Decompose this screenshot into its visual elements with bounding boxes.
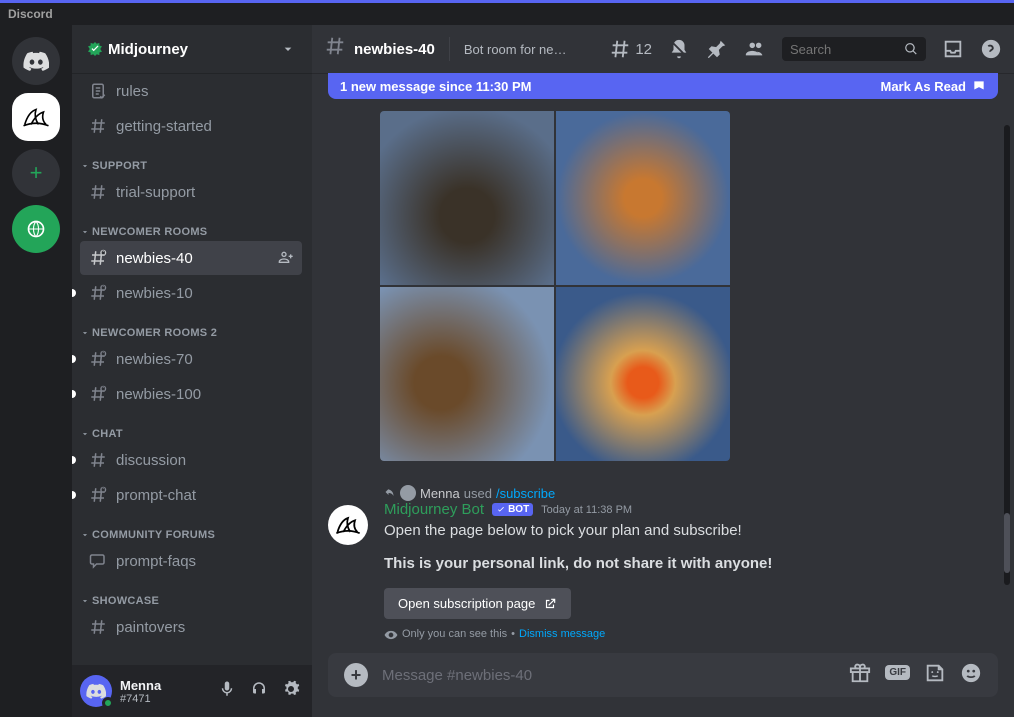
message-text: Open the page below to pick your plan an… [384,520,998,541]
message-area[interactable]: 1 new message since 11:30 PM Mark As Rea… [312,73,1014,653]
sys-avatar-icon [400,485,416,501]
search-input[interactable] [790,42,904,57]
main-content: newbies-40 Bot room for ne… 12 [312,25,1014,717]
mute-button[interactable] [214,676,240,707]
channel-newbies-100[interactable]: newbies-100 [80,377,302,411]
channel-title: newbies-40 [354,41,435,58]
external-link-icon [543,597,557,611]
server-midjourney[interactable] [12,93,60,141]
locked-icon [88,284,108,302]
channel-discussion[interactable]: discussion [80,443,302,477]
system-message: Menna used /subscribe [328,485,998,501]
deafen-button[interactable] [246,676,272,707]
bot-avatar[interactable] [328,505,368,545]
new-messages-text: 1 new message since 11:30 PM [340,79,532,94]
threads-button[interactable]: 12 [609,38,652,60]
channel-prompt-chat[interactable]: prompt-chat [80,478,302,512]
category-header[interactable]: NEWCOMER ROOMS 2 [72,311,310,341]
channel-newbies-40[interactable]: newbies-40 [80,241,302,275]
channel-sidebar: Midjourney rulesgetting-startedSUPPORTtr… [72,25,312,717]
channel-newbies-70[interactable]: newbies-70 [80,342,302,376]
attach-button[interactable]: + [344,663,368,687]
channel-newbies-10[interactable]: newbies-10 [80,276,302,310]
ephemeral-notice: Only you can see this • Dismiss message [384,627,998,642]
command-link[interactable]: /subscribe [496,486,555,501]
text-icon [88,183,108,201]
mark-as-read-button[interactable]: Mark As Read [881,79,987,94]
eye-icon [384,628,398,642]
locked-icon [88,486,108,504]
message-input[interactable] [382,667,835,684]
image-attachment[interactable] [380,111,730,461]
pins-button[interactable] [706,38,728,60]
user-panel: Menna #7471 [72,665,312,717]
server-rail: + [0,25,72,717]
username: Menna [120,678,206,693]
reply-icon [384,487,396,499]
channel-prompt-faqs[interactable]: prompt-faqs [80,544,302,578]
channel-rules[interactable]: rules [80,74,302,108]
emoji-button[interactable] [960,662,982,689]
help-button[interactable] [980,38,1002,60]
gift-button[interactable] [849,662,871,689]
add-server-button[interactable]: + [12,149,60,197]
channel-getting-started[interactable]: getting-started [80,109,302,143]
search-box[interactable] [782,37,926,61]
server-name: Midjourney [108,41,188,58]
channel-topic[interactable]: Bot room for ne… [464,42,567,57]
search-icon [904,41,918,57]
channel-list[interactable]: rulesgetting-startedSUPPORTtrial-support… [72,73,312,665]
titlebar: Discord [0,3,1014,25]
bot-name[interactable]: Midjourney Bot [384,501,484,518]
open-subscription-button[interactable]: Open subscription page [384,588,571,619]
composer: + GIF [312,653,1014,717]
forum-icon [88,552,108,570]
category-header[interactable]: CHAT [72,412,310,442]
notifications-button[interactable] [668,38,690,60]
sticker-button[interactable] [924,662,946,689]
verified-icon [88,42,102,56]
category-header[interactable]: SHOWCASE [72,579,310,609]
channel-paintovers[interactable]: paintovers [80,610,302,644]
message-warning: This is your personal link, do not share… [384,553,998,574]
text-icon [88,451,108,469]
chevron-down-icon [280,41,296,57]
settings-button[interactable] [278,676,304,707]
bot-badge: BOT [492,503,533,516]
user-tag: #7471 [120,693,206,705]
home-button[interactable] [12,37,60,85]
status-indicator [102,697,114,709]
scrollbar[interactable] [1004,513,1010,573]
create-invite-icon[interactable] [278,249,294,268]
rules-icon [88,82,108,100]
text-icon [88,618,108,636]
explore-button[interactable] [12,205,60,253]
hash-icon [324,35,346,63]
chat-header: newbies-40 Bot room for ne… 12 [312,25,1014,73]
inbox-button[interactable] [942,38,964,60]
locked-icon [88,249,108,267]
locked-icon [88,350,108,368]
category-header[interactable]: NEWCOMER ROOMS [72,210,310,240]
gif-button[interactable]: GIF [885,662,910,689]
category-header[interactable]: SUPPORT [72,144,310,174]
new-messages-bar[interactable]: 1 new message since 11:30 PM Mark As Rea… [328,73,998,99]
channel-trial-support[interactable]: trial-support [80,175,302,209]
user-avatar[interactable] [80,675,112,707]
server-header[interactable]: Midjourney [72,25,312,73]
dismiss-link[interactable]: Dismiss message [519,627,605,642]
category-header[interactable]: COMMUNITY FORUMS [72,513,310,543]
locked-icon [88,385,108,403]
text-icon [88,117,108,135]
members-button[interactable] [744,38,766,60]
message-timestamp: Today at 11:38 PM [541,504,632,516]
